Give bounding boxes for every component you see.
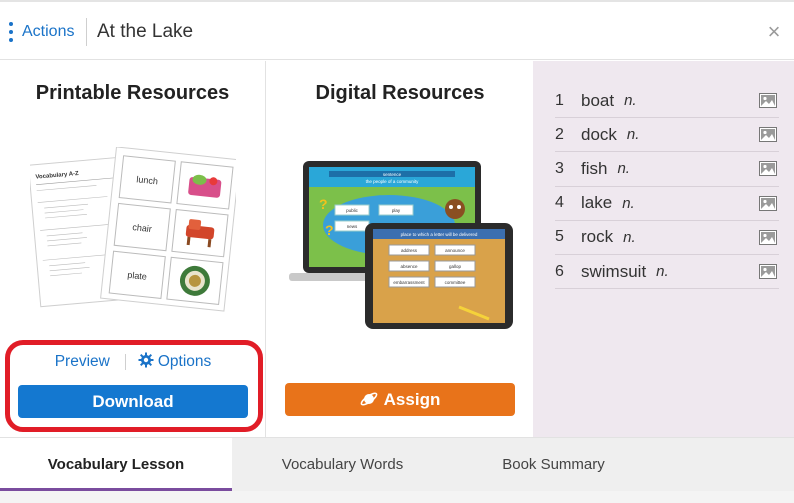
tablet-answer-embarrassment: embarrassment — [393, 280, 425, 285]
word-number: 2 — [555, 125, 564, 143]
tablet-answer-gallop: gallop — [449, 264, 462, 269]
image-icon[interactable] — [759, 195, 777, 211]
assign-label: Assign — [383, 390, 441, 409]
preview-link[interactable]: Preview — [55, 353, 110, 371]
laptop-answer-public: public — [346, 208, 359, 213]
printable-resources-panel: Printable Resources Vocabulary A-Z lunch… — [0, 61, 266, 437]
word-part-of-speech: n. — [617, 160, 630, 178]
image-icon[interactable] — [759, 263, 777, 279]
digital-resources-title: Digital Resources — [315, 82, 485, 104]
word-text: boat — [581, 90, 615, 110]
image-icon[interactable] — [759, 127, 777, 143]
laptop-prompt: sentence — [383, 172, 402, 177]
laptop-answer-news: news — [347, 224, 358, 229]
links-divider — [124, 353, 126, 370]
bottom-bar — [0, 491, 794, 503]
word-number: 1 — [555, 91, 564, 109]
tablet-answer-announce: announce — [445, 248, 465, 253]
printable-links: Preview Options — [0, 352, 266, 371]
tablet-answer-address: address — [401, 248, 418, 253]
word-part-of-speech: n. — [656, 263, 669, 281]
tablet-prompt: place to which a letter will be delivere… — [401, 232, 478, 237]
word-row: 2 dock n. — [555, 118, 779, 153]
card-word-plate: plate — [127, 270, 147, 282]
word-part-of-speech: n. — [622, 194, 635, 212]
close-icon[interactable]: × — [762, 20, 786, 44]
word-text: rock — [581, 227, 614, 247]
word-row: 6 swimsuit n. — [555, 255, 779, 290]
header: Actions At the Lake × — [0, 2, 794, 60]
word-row: 5 rock n. — [555, 221, 779, 255]
page-title: At the Lake — [97, 21, 194, 42]
card-word-chair: chair — [132, 222, 152, 234]
word-text: lake — [581, 193, 613, 213]
word-row: 4 lake n. — [555, 187, 779, 221]
word-text: dock — [581, 124, 617, 144]
kebab-menu-icon — [8, 22, 14, 42]
actions-menu-button[interactable]: Actions — [8, 19, 74, 45]
digital-resources-thumbnail: sentence the people of a community publi… — [289, 161, 513, 329]
word-row: 1 boat n. — [555, 84, 779, 119]
word-number: 3 — [555, 159, 564, 177]
download-button[interactable]: Download — [18, 385, 248, 418]
word-text: fish — [581, 158, 608, 178]
word-row: 3 fish n. — [555, 152, 779, 187]
options-label: Options — [157, 353, 212, 370]
word-number: 6 — [555, 262, 564, 280]
digital-resources-panel: Digital Resources sentence the people of… — [267, 61, 533, 437]
tab-book-summary[interactable]: Book Summary — [453, 438, 654, 492]
gear-icon — [138, 352, 154, 368]
assign-button[interactable]: Assign — [285, 383, 515, 416]
laptop-subprompt: the people of a community — [366, 179, 420, 184]
tab-vocabulary-words[interactable]: Vocabulary Words — [232, 438, 453, 492]
tab-vocabulary-lesson[interactable]: Vocabulary Lesson — [0, 438, 232, 492]
header-divider — [86, 18, 87, 46]
tablet-answer-absence: absence — [400, 264, 418, 269]
bottom-tabs: Vocabulary Lesson Vocabulary Words Book … — [0, 437, 794, 492]
printable-resources-title: Printable Resources — [35, 82, 230, 104]
image-icon[interactable] — [759, 93, 777, 108]
vocabulary-word-list: 1 boat n. 2 dock n. 3 fish n. 4 lake n. … — [533, 61, 794, 437]
laptop-answer-play: play — [392, 208, 401, 213]
word-text: swimsuit — [581, 261, 647, 281]
actions-label: Actions — [22, 23, 75, 40]
options-link[interactable]: Options — [138, 352, 211, 371]
word-list: 1 boat n. 2 dock n. 3 fish n. 4 lake n. … — [555, 84, 779, 290]
svg-text:?: ? — [325, 222, 334, 238]
word-part-of-speech: n. — [624, 92, 637, 110]
image-icon[interactable] — [759, 229, 777, 245]
svg-text:?: ? — [319, 196, 328, 212]
word-number: 5 — [555, 228, 564, 246]
word-number: 4 — [555, 194, 564, 212]
word-part-of-speech: n. — [626, 126, 640, 144]
tablet-answer-committee: committee — [445, 280, 466, 285]
printable-resources-thumbnail: Vocabulary A-Z lunch chair plate — [30, 147, 236, 312]
image-icon[interactable] — [759, 161, 777, 177]
word-part-of-speech: n. — [623, 228, 636, 246]
planet-icon — [360, 392, 378, 406]
